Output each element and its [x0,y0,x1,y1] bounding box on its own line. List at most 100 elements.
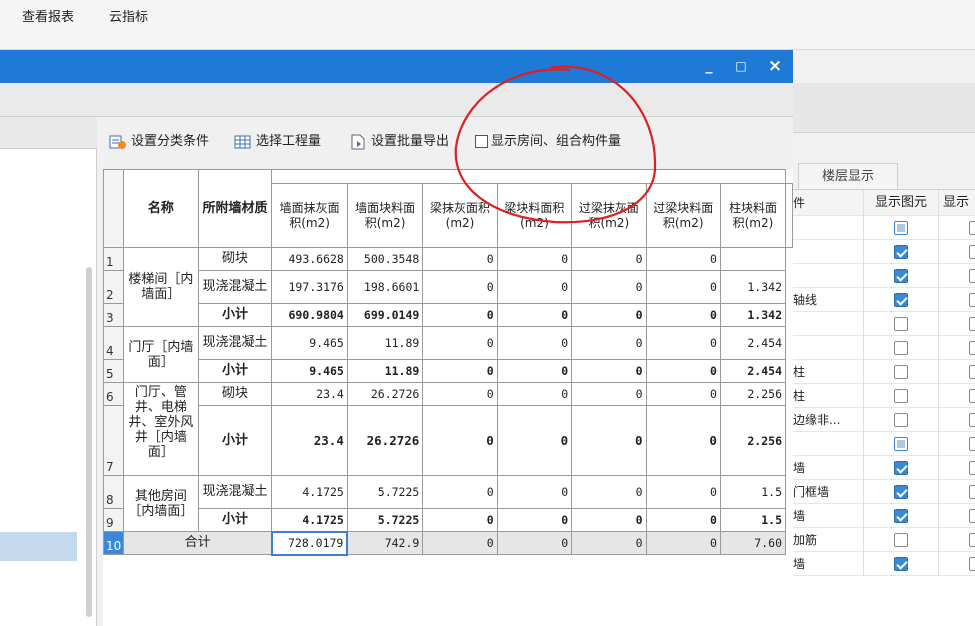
value-cell[interactable]: 0 [645,247,721,271]
table-row[interactable]: 5 小计 9.465 11.89 0 0 0 0 2.454 [102,359,793,383]
value-cell[interactable]: 0 [496,405,573,476]
show-name-checkbox[interactable] [969,485,975,499]
show-element-checkbox[interactable] [894,533,908,547]
show-rooms-box[interactable] [475,135,488,148]
show-element-checkbox[interactable] [894,245,908,259]
value-cell[interactable]: 9.465 [271,359,348,383]
material-cell[interactable]: 砌块 [197,382,273,406]
value-cell[interactable]: 728.0179 [270,530,349,556]
value-cell[interactable]: 0 [571,508,647,532]
tree-scrollbar[interactable] [86,267,92,617]
tab-layer-display[interactable]: 楼层显示 [798,163,898,189]
material-cell[interactable]: 小计 [197,405,273,476]
value-cell[interactable]: 0 [571,247,647,271]
material-cell[interactable]: 小计 [197,303,273,327]
value-cell[interactable]: 9.465 [271,326,348,360]
header-quantity[interactable]: 柱块料面积(m2) [719,183,787,248]
value-cell[interactable]: 0 [496,270,573,304]
header-quantity[interactable]: 梁块料面积(m2) [496,183,573,248]
show-name-checkbox[interactable] [969,245,975,259]
room-name-cell[interactable]: 楼梯间［内墙面］ [123,247,199,327]
show-name-checkbox[interactable] [969,389,975,403]
row-number[interactable]: 10 [102,531,125,555]
show-element-checkbox[interactable] [894,365,908,379]
value-cell[interactable]: 0 [645,270,721,304]
show-element-checkbox[interactable] [894,509,908,523]
room-name-cell[interactable]: 其他房间［内墙面］ [123,475,199,532]
row-number[interactable]: 9 [102,508,125,532]
value-cell[interactable]: 0 [496,247,573,271]
dialog-title-bar[interactable]: _ □ × [0,50,793,83]
show-name-checkbox[interactable] [969,269,975,283]
show-element-checkbox[interactable] [894,269,908,283]
value-cell[interactable]: 26.2726 [346,405,424,476]
value-cell[interactable]: 0 [422,475,498,509]
value-cell[interactable]: 0 [571,303,647,327]
value-cell[interactable]: 11.89 [346,359,424,383]
value-cell[interactable]: 500.3548 [346,247,424,271]
row-number[interactable]: 1 [102,247,125,271]
show-name-checkbox[interactable] [969,557,975,571]
value-cell[interactable] [719,247,787,271]
show-name-checkbox[interactable] [969,533,975,547]
select-quantity-button[interactable]: 选择工程量 [234,128,321,156]
value-cell[interactable]: 1.342 [719,303,787,327]
value-cell[interactable]: 0 [422,382,498,406]
show-rooms-checkbox[interactable]: 显示房间、组合构件量 [475,128,621,156]
row-header-corner[interactable] [102,169,125,248]
value-cell[interactable]: 0 [496,382,573,406]
show-element-checkbox[interactable] [894,413,908,427]
show-element-checkbox[interactable] [894,485,908,499]
table-row[interactable]: 10 合计 728.0179 742.9 0 0 0 0 7.60 [102,530,793,556]
header-quantity[interactable]: 过梁块料面积(m2) [645,183,721,248]
show-element-checkbox[interactable] [894,221,908,235]
show-element-checkbox[interactable] [894,317,908,331]
show-name-checkbox[interactable] [969,293,975,307]
value-cell[interactable]: 0 [571,382,647,406]
value-cell[interactable]: 198.6601 [346,270,424,304]
value-cell[interactable]: 0 [422,508,498,532]
material-cell[interactable]: 现浇混凝土 [197,475,273,509]
table-row[interactable]: 3 小计 690.9804 699.0149 0 0 0 0 1.342 [102,303,793,327]
value-cell[interactable]: 0 [422,247,498,271]
value-cell[interactable]: 0 [496,508,573,532]
value-cell[interactable]: 0 [422,270,498,304]
value-cell[interactable]: 0 [645,475,721,509]
set-classify-button[interactable]: 设置分类条件 [109,128,209,156]
value-cell[interactable]: 0 [571,475,647,509]
total-label[interactable]: 合计 [123,531,273,555]
material-cell[interactable]: 现浇混凝土 [197,326,273,360]
show-name-checkbox[interactable] [969,365,975,379]
value-cell[interactable]: 493.6628 [271,247,348,271]
row-number[interactable]: 4 [102,326,125,360]
value-cell[interactable]: 2.454 [719,326,787,360]
batch-export-button[interactable]: 设置批量导出 [349,128,449,156]
value-cell[interactable]: 0 [645,359,721,383]
value-cell[interactable]: 2.256 [719,405,787,476]
value-cell[interactable]: 23.4 [271,405,348,476]
row-number[interactable]: 3 [102,303,125,327]
value-cell[interactable]: 0 [422,405,498,476]
show-name-checkbox[interactable] [969,341,975,355]
value-cell[interactable]: 4.1725 [271,508,348,532]
value-cell[interactable]: 1.5 [719,508,787,532]
show-element-checkbox[interactable] [894,461,908,475]
table-row[interactable]: 1 楼梯间［内墙面］ 砌块 493.6628 500.3548 0 0 0 0 [102,247,793,327]
header-quantity[interactable]: 过梁抹灰面积(m2) [571,183,647,248]
value-cell[interactable]: 1.5 [719,475,787,509]
header-quantity[interactable]: 墙面块料面积(m2) [346,183,424,248]
maximize-button[interactable]: □ [726,50,756,83]
show-element-checkbox[interactable] [894,293,908,307]
cloud-index-button[interactable]: 云指标 [97,0,160,36]
table-row[interactable]: 4 门厅［内墙面］ 现浇混凝土 9.465 11.89 0 0 0 0 2.454 [102,326,793,383]
value-cell[interactable]: 0 [422,326,498,360]
value-cell[interactable]: 0 [571,405,647,476]
value-cell[interactable]: 0 [645,531,721,555]
value-cell[interactable]: 690.9804 [271,303,348,327]
header-quantity[interactable]: 墙面抹灰面积(m2) [271,183,348,248]
value-cell[interactable]: 7.60 [719,531,787,555]
value-cell[interactable]: 26.2726 [346,382,424,406]
room-name-cell[interactable]: 门厅、管井、电梯井、室外风井［内墙面］ [123,382,199,476]
value-cell[interactable]: 0 [422,531,498,555]
value-cell[interactable]: 0 [571,359,647,383]
